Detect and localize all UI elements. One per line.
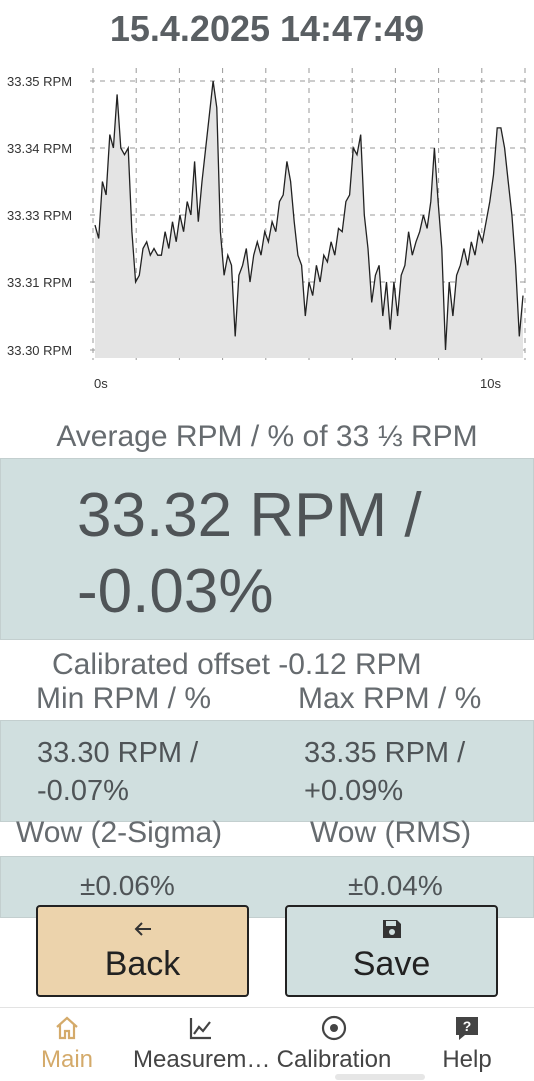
wow-rms-label: Wow (RMS) xyxy=(310,816,472,849)
arrow-left-icon xyxy=(134,922,151,936)
rpm-chart: 33.35 RPM 33.34 RPM 33.33 RPM 33.31 RPM 33.3… xyxy=(7,68,530,391)
max-label: Max RPM / % xyxy=(298,682,482,715)
timestamp: 15.4.2025 14:47:49 xyxy=(109,8,425,49)
wow-sigma-value: ±0.06% xyxy=(80,870,175,901)
home-icon xyxy=(56,1016,78,1040)
min-value-percent: -0.07% xyxy=(37,775,129,807)
y-tick-label: 33.31 RPM xyxy=(7,275,72,290)
min-label: Min RPM / % xyxy=(36,682,212,715)
back-button-label: Back xyxy=(104,945,181,983)
x-tick-label: 10s xyxy=(480,376,501,391)
y-tick-label: 33.34 RPM xyxy=(7,141,72,156)
max-value-percent: +0.09% xyxy=(304,775,404,807)
wow-sigma-label: Wow (2-Sigma) xyxy=(16,816,223,849)
back-button[interactable]: Back xyxy=(36,905,249,997)
floppy-disk-icon xyxy=(382,920,401,938)
nav-item-calibration[interactable]: Calibration xyxy=(272,1008,396,1081)
calibrated-offset: Calibrated offset -0.12 RPM xyxy=(52,648,422,681)
max-value: 33.35 RPM / +0.09% xyxy=(304,734,465,810)
target-icon xyxy=(321,1015,347,1041)
average-value-percent: -0.03% xyxy=(77,557,274,626)
bottom-navigation: Main Measurem… Calibration ? Help xyxy=(0,1007,534,1081)
system-home-indicator xyxy=(335,1074,425,1080)
nav-label-help: Help xyxy=(442,1046,492,1073)
x-tick-label: 0s xyxy=(94,376,108,391)
help-icon: ? xyxy=(456,1017,478,1040)
min-value-rpm: 33.30 RPM / xyxy=(37,737,199,769)
y-tick-label: 33.33 RPM xyxy=(7,208,72,223)
average-value-rpm: 33.32 RPM / xyxy=(77,481,422,550)
nav-item-help[interactable]: ? Help xyxy=(430,1008,504,1081)
nav-label-main: Main xyxy=(40,1046,94,1073)
y-tick-label: 33.30 RPM xyxy=(7,343,72,358)
nav-label-calibration: Calibration xyxy=(276,1046,392,1073)
svg-text:?: ? xyxy=(463,1018,472,1034)
y-tick-label: 33.35 RPM xyxy=(7,74,72,89)
chart-line-icon xyxy=(189,1018,211,1040)
nav-label-measurement: Measurem… xyxy=(133,1046,271,1073)
average-value: 33.32 RPM / -0.03% xyxy=(77,478,517,630)
save-button-label: Save xyxy=(352,945,431,983)
save-button[interactable]: Save xyxy=(285,905,498,997)
wow-rms-value: ±0.04% xyxy=(348,870,443,901)
nav-item-main[interactable]: Main xyxy=(22,1008,112,1081)
average-label: Average RPM / % of 33 ⅓ RPM xyxy=(56,420,478,453)
min-value: 33.30 RPM / -0.07% xyxy=(37,734,198,810)
max-value-rpm: 33.35 RPM / xyxy=(304,737,466,769)
nav-item-measurement[interactable]: Measurem… xyxy=(133,1008,271,1081)
